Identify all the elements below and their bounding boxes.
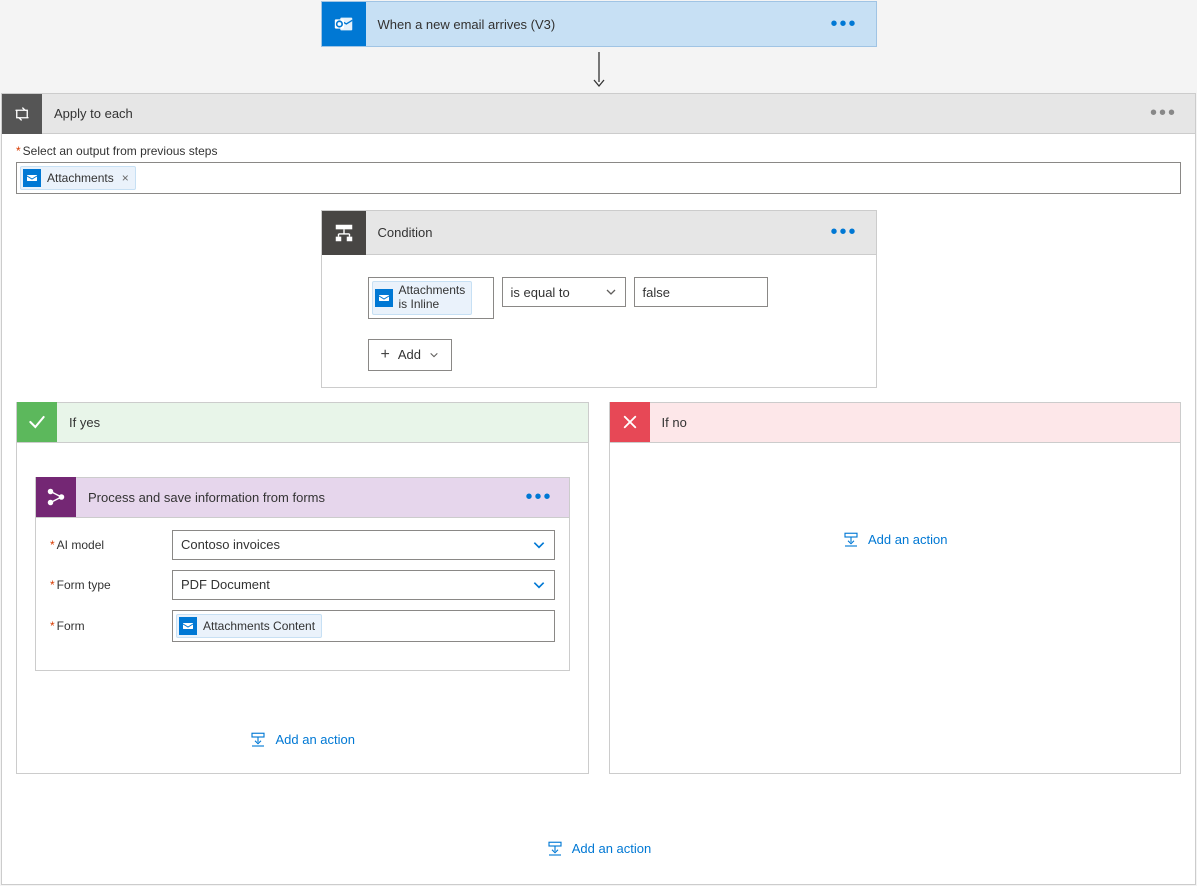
ai-model-label: *AI model (50, 538, 172, 552)
close-icon (610, 402, 650, 442)
condition-header[interactable]: Condition ••• (322, 211, 876, 255)
if-no-label: If no (650, 415, 1181, 430)
apply-to-each-card: Apply to each ••• *Select an output from… (1, 93, 1196, 885)
form-type-label: *Form type (50, 578, 172, 592)
trigger-card[interactable]: When a new email arrives (V3) ••• (321, 1, 877, 47)
outlook-token-icon (375, 289, 393, 307)
aibuilder-icon (36, 477, 76, 517)
if-no-branch: If no Add an action (609, 402, 1182, 774)
form-label: *Form (50, 619, 172, 633)
add-action-icon (842, 531, 860, 549)
trigger-title: When a new email arrives (V3) (366, 17, 825, 32)
condition-card: Condition ••• Attachments is Inline (321, 210, 877, 388)
form-input[interactable]: Attachments Content (172, 610, 555, 642)
chevron-down-icon (429, 350, 439, 360)
outlook-token-icon (179, 617, 197, 635)
arrow-connector (1, 47, 1196, 93)
form-type-select[interactable]: PDF Document (172, 570, 555, 600)
add-action-icon (249, 731, 267, 749)
if-yes-label: If yes (57, 415, 588, 430)
select-output-label: *Select an output from previous steps (16, 144, 1181, 158)
add-action-link-yes[interactable]: Add an action (35, 731, 570, 749)
token-remove-icon[interactable]: × (120, 171, 129, 185)
check-icon (17, 402, 57, 442)
select-output-input[interactable]: Attachments × (16, 162, 1181, 194)
apply-to-each-title: Apply to each (42, 106, 1144, 121)
condition-add-button[interactable]: + Add (368, 339, 452, 371)
condition-more-icon[interactable]: ••• (824, 221, 863, 244)
attachments-isinline-token[interactable]: Attachments is Inline (372, 281, 473, 315)
aibuilder-action-header[interactable]: Process and save information from forms … (36, 478, 569, 518)
apply-to-each-more-icon[interactable]: ••• (1144, 102, 1183, 125)
condition-title: Condition (366, 225, 825, 240)
chevron-down-icon (532, 538, 546, 552)
add-action-link-outer[interactable]: Add an action (16, 840, 1181, 858)
condition-operator-select[interactable]: is equal to (502, 277, 626, 307)
add-action-link-no[interactable]: Add an action (628, 531, 1163, 549)
attachments-content-token[interactable]: Attachments Content (176, 614, 322, 638)
apply-to-each-header[interactable]: Apply to each ••• (2, 94, 1195, 134)
loop-icon (2, 94, 42, 134)
if-no-header[interactable]: If no (610, 403, 1181, 443)
outlook-icon (322, 2, 366, 46)
attachments-token[interactable]: Attachments × (20, 166, 136, 190)
trigger-more-icon[interactable]: ••• (824, 13, 863, 36)
condition-icon (322, 211, 366, 255)
aibuilder-action-title: Process and save information from forms (76, 490, 519, 505)
chevron-down-icon (532, 578, 546, 592)
chevron-down-icon (605, 286, 617, 298)
aibuilder-action-card: Process and save information from forms … (35, 477, 570, 671)
add-action-icon (546, 840, 564, 858)
condition-rhs-input[interactable]: false (634, 277, 768, 307)
plus-icon: + (381, 346, 390, 364)
if-yes-header[interactable]: If yes (17, 403, 588, 443)
ai-model-select[interactable]: Contoso invoices (172, 530, 555, 560)
if-yes-branch: If yes Process and save information from… (16, 402, 589, 774)
condition-lhs-input[interactable]: Attachments is Inline (368, 277, 494, 319)
outlook-token-icon (23, 169, 41, 187)
token-label: Attachments (47, 171, 114, 185)
aibuilder-more-icon[interactable]: ••• (519, 486, 558, 509)
